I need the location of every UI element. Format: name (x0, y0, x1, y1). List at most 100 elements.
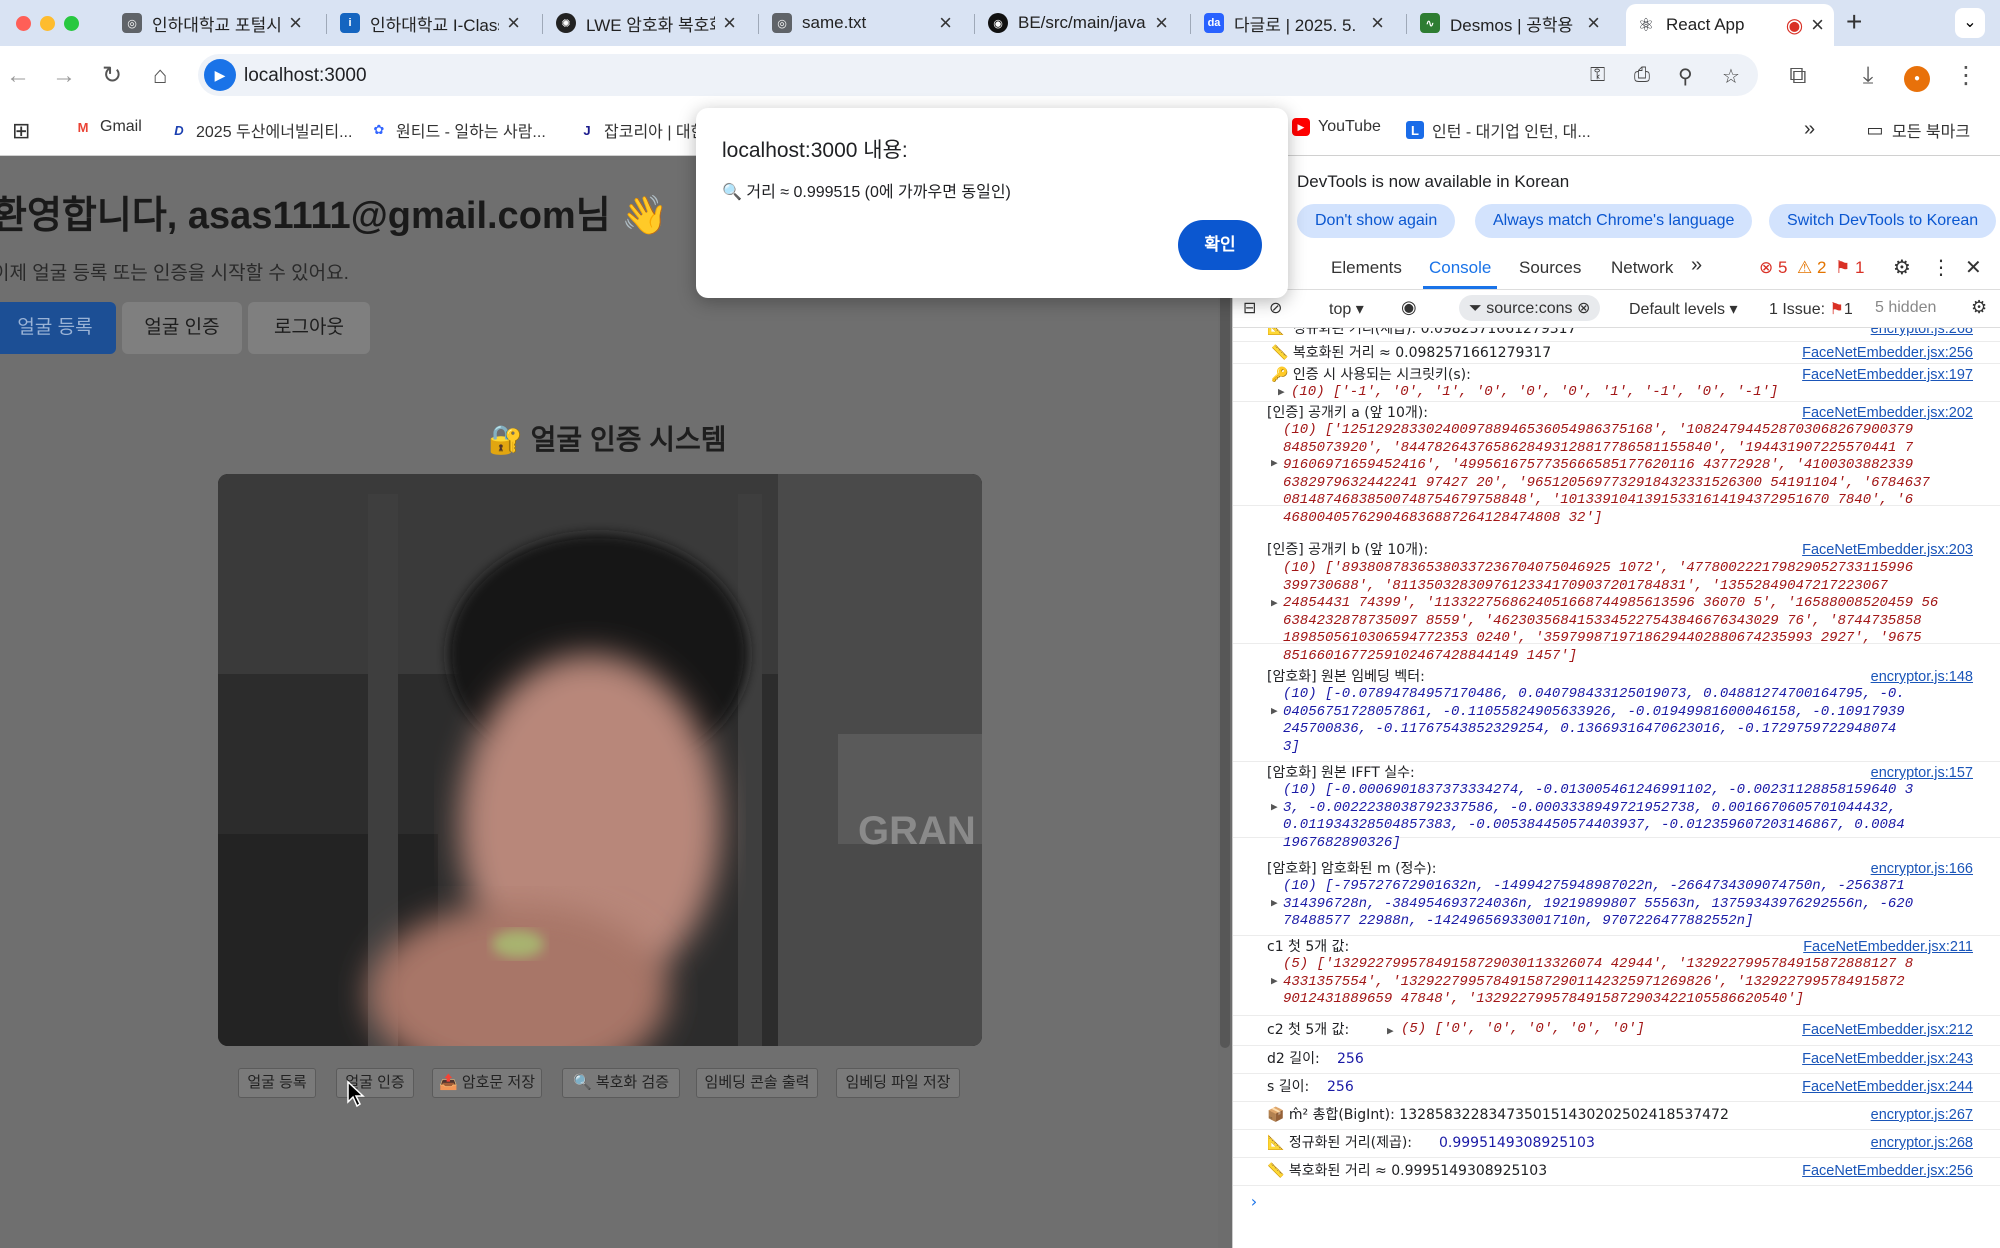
log-source-link[interactable]: FaceNetEmbedder.jsx:202 (1802, 405, 1973, 421)
log-source-link[interactable]: encryptor.js:268 (1871, 1135, 1973, 1151)
array-preview-line[interactable]: (10) ['89380878365380337236704075046925 … (1283, 560, 1913, 578)
devtools-close-icon[interactable]: ✕ (1965, 255, 1982, 280)
expand-array-icon[interactable]: ▶ (1278, 385, 1285, 398)
browser-tab[interactable]: ◎ same.txt × (762, 6, 962, 40)
save-ciphertext-button[interactable]: 📤 암호문 저장 (432, 1068, 542, 1098)
array-preview-line[interactable]: 91606971659452416', '4995616757735666585… (1283, 457, 1913, 475)
array-preview-line[interactable]: 399730688', '811350328309761233417090372… (1283, 578, 1888, 596)
browser-tab[interactable]: ∿ Desmos | 공학용 × (1410, 6, 1610, 40)
small-face-register-button[interactable]: 얼굴 등록 (238, 1068, 316, 1098)
log-levels-dropdown[interactable]: Default levels ▾ (1629, 299, 1738, 319)
browser-tab[interactable]: ◉ BE/src/main/java × (978, 6, 1178, 40)
bookmark-youtube[interactable]: ▶ YouTube (1292, 118, 1381, 136)
close-tab-icon[interactable]: × (939, 10, 952, 36)
face-register-button[interactable]: 얼굴 등록 (0, 302, 116, 354)
chrome-menu-icon[interactable]: ⋮ (1948, 58, 1984, 94)
devtools-settings-icon[interactable]: ⚙ (1893, 255, 1911, 280)
camera-recording-icon[interactable]: ▶ (204, 59, 236, 91)
browser-tab[interactable]: i 인하대학교 I-Class × (330, 6, 530, 40)
tab-elements[interactable]: Elements (1331, 258, 1402, 278)
console-settings-icon[interactable]: ⚙ (1971, 297, 1987, 318)
array-preview-line[interactable]: 1898505610306594772353 0240', '359799871… (1283, 630, 1922, 648)
zoom-icon[interactable]: ⚲ (1678, 64, 1693, 89)
array-preview-line[interactable]: 314396728n, -384954693724036n, 192198998… (1283, 896, 1913, 914)
close-tab-icon[interactable]: × (1155, 10, 1168, 36)
reload-button[interactable]: ↻ (94, 58, 130, 94)
log-source-link[interactable]: FaceNetEmbedder.jsx:243 (1802, 1051, 1973, 1067)
error-count[interactable]: ⊗ 5 (1759, 258, 1787, 278)
array-preview-line[interactable]: (5) ['13292279957849158729030113326074 4… (1283, 956, 1913, 974)
match-chrome-language-button[interactable]: Always match Chrome's language (1475, 204, 1753, 238)
log-source-link[interactable]: FaceNetEmbedder.jsx:212 (1802, 1022, 1973, 1038)
maximize-window-button[interactable] (64, 16, 79, 31)
address-url[interactable]: localhost:3000 (244, 65, 367, 87)
expand-array-icon[interactable]: ▶ (1271, 800, 1278, 813)
tab-sources[interactable]: Sources (1519, 258, 1581, 278)
back-button[interactable]: ← (0, 58, 36, 94)
array-preview[interactable]: (5) ['0', '0', '0', '0', '0'] (1401, 1021, 1645, 1039)
array-preview-line[interactable]: 3, -0.0022238038792337586, -0.0003338949… (1283, 800, 1896, 818)
array-preview-line[interactable]: 8516601677259102467428844149 1457'] (1283, 648, 1577, 666)
alert-ok-button[interactable]: 확인 (1178, 220, 1262, 270)
log-source-link[interactable]: FaceNetEmbedder.jsx:244 (1802, 1079, 1973, 1095)
log-source-link[interactable]: encryptor.js:268 (1871, 328, 1973, 337)
log-source-link[interactable]: FaceNetEmbedder.jsx:256 (1802, 345, 1973, 361)
tab-network[interactable]: Network (1611, 258, 1673, 278)
array-preview-line[interactable]: (10) [-795727672901632n, -14994275948987… (1283, 878, 1905, 896)
bookmark-wanted[interactable]: ✿ 원티드 - 일하는 사람... (370, 118, 546, 142)
array-preview-line[interactable]: 04056751728057861, -0.11055824905633926,… (1283, 704, 1905, 722)
new-tab-button[interactable]: + (1846, 6, 1862, 38)
verify-decrypt-button[interactable]: 🔍 복호화 검증 (562, 1068, 680, 1098)
apps-icon[interactable]: ⊞ (12, 118, 30, 144)
live-expression-eye-icon[interactable]: ◉ (1401, 297, 1417, 318)
bookmark-doosan[interactable]: D 2025 두산에너빌리티... (170, 118, 352, 142)
log-source-link[interactable]: encryptor.js:157 (1871, 765, 1973, 781)
array-preview-line[interactable]: 4331357554', '13292279957849158729011423… (1283, 974, 1905, 992)
downloads-icon[interactable]: ⤓ (1850, 58, 1886, 94)
expand-array-icon[interactable]: ▶ (1271, 596, 1278, 609)
close-window-button[interactable] (16, 16, 31, 31)
sidebar-toggle-icon[interactable]: ⊟ (1243, 298, 1256, 318)
warning-count[interactable]: ⚠ 2 (1797, 258, 1826, 278)
filter-clear-icon[interactable]: ⊗ (1577, 300, 1590, 317)
close-tab-icon[interactable]: × (1587, 10, 1600, 36)
browser-tab[interactable]: da 다글로 | 2025. 5. × (1194, 6, 1394, 40)
expand-array-icon[interactable]: ▶ (1271, 456, 1278, 469)
bookmark-star-icon[interactable]: ☆ (1722, 64, 1740, 89)
bookmark-gmail[interactable]: M Gmail (74, 118, 142, 136)
close-tab-icon[interactable]: × (507, 10, 520, 36)
password-key-icon[interactable]: ⚿ (1590, 64, 1605, 87)
expand-array-icon[interactable]: ▶ (1271, 974, 1278, 987)
more-bookmarks-icon[interactable]: » (1804, 118, 1815, 141)
address-bar[interactable]: ▶ localhost:3000 ⚿ ⎙ ⚲ ☆ (198, 54, 1758, 96)
array-preview[interactable]: (10) ['-1', '0', '1', '0', '0', '0', '1'… (1291, 384, 1778, 402)
filter-input[interactable]: ⏷ source:cons ⊗ (1459, 295, 1601, 321)
embedding-console-print-button[interactable]: 임베딩 콘솔 출력 (696, 1068, 818, 1098)
array-preview-line[interactable]: (10) [-0.07894784957170486, 0.0407984331… (1283, 686, 1905, 704)
home-button[interactable]: ⌂ (142, 58, 178, 94)
array-preview-line[interactable]: 8485073920', '84478264376586284931288177… (1283, 440, 1913, 458)
face-auth-button[interactable]: 얼굴 인증 (122, 302, 242, 354)
expand-array-icon[interactable]: ▶ (1387, 1024, 1394, 1037)
array-preview-line[interactable]: 9012431889659 47848', '13292279957849158… (1283, 991, 1804, 1009)
log-source-link[interactable]: FaceNetEmbedder.jsx:211 (1803, 939, 1973, 955)
array-preview-line[interactable]: 6384232878735097 8559', '462303568415334… (1283, 613, 1922, 631)
close-tab-icon[interactable]: × (1811, 12, 1824, 38)
profile-avatar[interactable]: ● (1904, 66, 1930, 92)
array-preview-line[interactable]: (10) ['125129283302400978894653605498637… (1283, 422, 1913, 440)
context-selector[interactable]: top ▾ (1329, 299, 1364, 319)
expand-array-icon[interactable]: ▶ (1271, 704, 1278, 717)
browser-tab[interactable]: ✺ LWE 암호화 복호화 × (546, 6, 746, 40)
devtools-menu-icon[interactable]: ⋮ (1931, 255, 1951, 280)
forward-button[interactable]: → (46, 58, 82, 94)
array-preview-line[interactable]: (10) [-0.0006901837373334274, -0.0130054… (1283, 782, 1913, 800)
expand-array-icon[interactable]: ▶ (1271, 896, 1278, 909)
bookmark-linkareer[interactable]: L 인턴 - 대기업 인턴, 대... (1406, 118, 1591, 142)
all-bookmarks[interactable]: ▭ 모든 북마크 (1866, 118, 1970, 142)
clear-console-icon[interactable]: ⊘ (1269, 298, 1282, 318)
browser-tab[interactable]: ◎ 인하대학교 포털시스 × (112, 6, 312, 40)
log-source-link[interactable]: FaceNetEmbedder.jsx:197 (1802, 367, 1973, 383)
switch-devtools-korean-button[interactable]: Switch DevTools to Korean (1769, 204, 1997, 238)
console-prompt-icon[interactable]: › (1249, 1192, 1259, 1211)
array-preview-line[interactable]: 0.011934328504857383, -0.005384450574403… (1283, 817, 1905, 835)
